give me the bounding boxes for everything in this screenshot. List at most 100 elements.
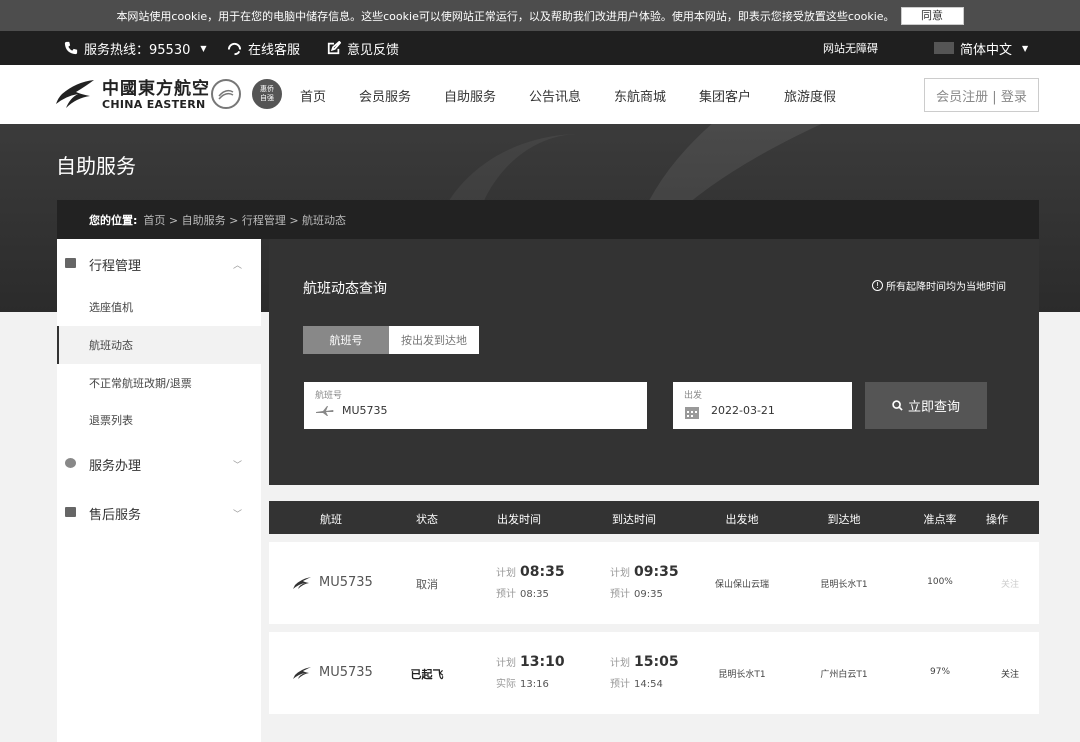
calendar-icon xyxy=(685,407,699,419)
sidebar-group-services[interactable]: 服务办理 ﹀ xyxy=(57,439,261,489)
nav-item-travel[interactable]: 旅游度假 xyxy=(784,86,836,105)
departure-date-label: 出发 xyxy=(684,391,703,401)
note-text: 所有起降时间均为当地时间 xyxy=(886,282,1006,293)
calendar-icon xyxy=(65,258,76,268)
departure-date-field[interactable]: 出发 2022-03-21 xyxy=(673,382,852,429)
headset-icon xyxy=(227,42,242,55)
sidebar-group-label: 行程管理 xyxy=(89,258,142,274)
sidebar-group-after-sales[interactable]: 售后服务 ﹀ xyxy=(57,488,261,538)
arrival-estimate-time: 14:54 xyxy=(634,679,663,690)
site-header: 中國東方航空 CHINA EASTERN 惠侨 自强 首页 会员服务 自助服务 … xyxy=(0,65,1080,124)
service-icon xyxy=(65,458,76,468)
sidebar-group-label: 服务办理 xyxy=(89,458,142,474)
nav-item-corporate[interactable]: 集团客户 xyxy=(699,86,751,105)
brand-logo[interactable]: 中國東方航空 CHINA EASTERN xyxy=(56,78,210,112)
sidebar-item-flight-status[interactable]: 航班动态 xyxy=(57,326,261,364)
sidebar-group-itinerary[interactable]: 行程管理 ︿ xyxy=(57,239,261,289)
table-row: MU5735 已起飞 计划 13:10 实际 13:16 计划 15:05 预计 14:… xyxy=(269,632,1039,714)
table-row: MU5735 取消 计划 08:35 预计 08:35 计划 09:35 预计 09:3… xyxy=(269,542,1039,624)
cookie-agree-button[interactable]: 同意 xyxy=(900,6,964,25)
brand-badge: 惠侨 自强 xyxy=(252,79,282,109)
col-arrival-time: 到达时间 xyxy=(612,513,656,526)
feedback-label: 意见反馈 xyxy=(347,42,400,58)
chevron-up-icon: ︿ xyxy=(233,260,243,271)
tab-route[interactable]: 按出发到达地 xyxy=(389,326,479,354)
sidebar-item-checkin[interactable]: 选座值机 xyxy=(57,288,261,326)
register-login-button[interactable]: 会员注册 | 登录 xyxy=(924,78,1039,112)
actual-label: 实际 xyxy=(496,679,516,690)
nav-item-self-service[interactable]: 自助服务 xyxy=(444,86,496,105)
arrival-plan-time: 15:05 xyxy=(634,654,679,670)
departure-plan-time: 08:35 xyxy=(520,564,565,580)
flight-status-query-panel: 航班动态查询 ! 所有起降时间均为当地时间 航班号 按出发到达地 航班号 MU5… xyxy=(269,239,1039,485)
badge-text: 惠侨 自强 xyxy=(260,85,274,102)
breadcrumb: 您的位置: 首页 > 自助服务 > 行程管理 > 航班动态 xyxy=(57,200,1039,239)
accessibility-label: 网站无障碍 xyxy=(823,42,878,55)
flight-cell: MU5735 xyxy=(293,575,373,590)
origin: 保山保山云瑞 xyxy=(714,580,770,590)
col-destination: 到达地 xyxy=(827,513,861,526)
hotline[interactable]: 服务热线：95530 ▼ xyxy=(64,31,207,65)
plane-icon xyxy=(316,406,334,416)
sidebar: 行程管理 ︿ 选座值机 航班动态 不正常航班改期/退票 退票列表 服务办理 ﹀ … xyxy=(57,239,261,742)
col-status: 状态 xyxy=(416,513,438,526)
follow-button[interactable]: 关注 xyxy=(1001,667,1019,680)
brand-name-en: CHINA EASTERN xyxy=(102,97,206,111)
nav-item-member[interactable]: 会员服务 xyxy=(359,86,411,105)
arrival-plan-time: 09:35 xyxy=(634,564,679,580)
online-service-link[interactable]: 在线客服 xyxy=(227,31,300,65)
local-time-note: ! 所有起降时间均为当地时间 xyxy=(872,278,1006,293)
origin: 昆明长水T1 xyxy=(718,670,766,680)
nav-item-mall[interactable]: 东航商城 xyxy=(614,86,666,105)
plan-label: 计划 xyxy=(496,568,516,579)
col-flight: 航班 xyxy=(320,513,342,526)
flight-number-label: 航班号 xyxy=(315,391,343,401)
col-action: 操作 xyxy=(986,513,1008,526)
edit-icon xyxy=(327,41,341,55)
flight-number-field[interactable]: 航班号 MU5735 xyxy=(304,382,647,429)
ontime-rate: 100% xyxy=(927,577,953,587)
nav-item-announcements[interactable]: 公告讯息 xyxy=(529,86,581,105)
query-mode-tabs: 航班号 按出发到达地 xyxy=(303,326,479,354)
breadcrumb-label: 您的位置: xyxy=(89,213,138,227)
flight-number[interactable]: MU5735 xyxy=(319,575,373,590)
flight-number[interactable]: MU5735 xyxy=(319,665,373,680)
col-ontime-rate: 准点率 xyxy=(923,513,957,526)
estimate-label: 预计 xyxy=(610,679,630,690)
plan-label: 计划 xyxy=(610,568,630,579)
search-button[interactable]: 立即查询 xyxy=(865,382,987,429)
col-departure-time: 出发时间 xyxy=(497,513,541,526)
monitor-icon xyxy=(65,507,76,517)
flight-number-value: MU5735 xyxy=(342,404,388,417)
sidebar-item-refund-list[interactable]: 退票列表 xyxy=(57,401,261,439)
plan-label: 计划 xyxy=(610,658,630,669)
language-selector[interactable]: 简体中文 ▼ xyxy=(934,31,1028,65)
flight-cell: MU5735 xyxy=(293,665,373,680)
query-title: 航班动态查询 xyxy=(303,281,387,297)
results-table-header: 航班 状态 出发时间 到达时间 出发地 到达地 准点率 操作 xyxy=(269,501,1039,534)
hotline-label: 服务热线：95530 xyxy=(84,42,191,58)
departure-plan-time: 13:10 xyxy=(520,654,565,670)
airline-logo-icon xyxy=(293,576,311,589)
sidebar-item-irregular-flight[interactable]: 不正常航班改期/退票 xyxy=(57,364,261,402)
cookie-text: 本网站使用cookie，用于在您的电脑中储存信息。这些cookie可以使网站正常… xyxy=(116,9,895,23)
arrival-estimate-time: 09:35 xyxy=(634,589,663,600)
utility-bar: 服务热线：95530 ▼ 在线客服 意见反馈 网站无障碍 简体中文 ▼ xyxy=(0,31,1080,65)
follow-button[interactable]: 关注 xyxy=(1001,577,1019,590)
chevron-down-icon: ﹀ xyxy=(233,509,243,520)
destination: 昆明长水T1 xyxy=(820,580,868,590)
cookie-bar: 本网站使用cookie，用于在您的电脑中储存信息。这些cookie可以使网站正常… xyxy=(0,0,1080,31)
chevron-down-icon: ﹀ xyxy=(233,460,243,471)
search-icon xyxy=(892,400,903,411)
feedback-link[interactable]: 意见反馈 xyxy=(327,31,399,65)
estimate-label: 预计 xyxy=(610,589,630,600)
skyteam-badge-icon xyxy=(211,79,241,109)
tab-flight-number[interactable]: 航班号 xyxy=(303,326,389,354)
col-origin: 出发地 xyxy=(725,513,759,526)
nav-item-home[interactable]: 首页 xyxy=(300,86,326,105)
flag-icon xyxy=(934,42,954,54)
accessibility-link[interactable]: 网站无障碍 xyxy=(823,31,878,65)
chevron-down-icon: ▼ xyxy=(200,43,207,53)
breadcrumb-path[interactable]: 首页 > 自助服务 > 行程管理 > 航班动态 xyxy=(143,212,346,228)
sidebar-group-label: 售后服务 xyxy=(89,507,142,523)
